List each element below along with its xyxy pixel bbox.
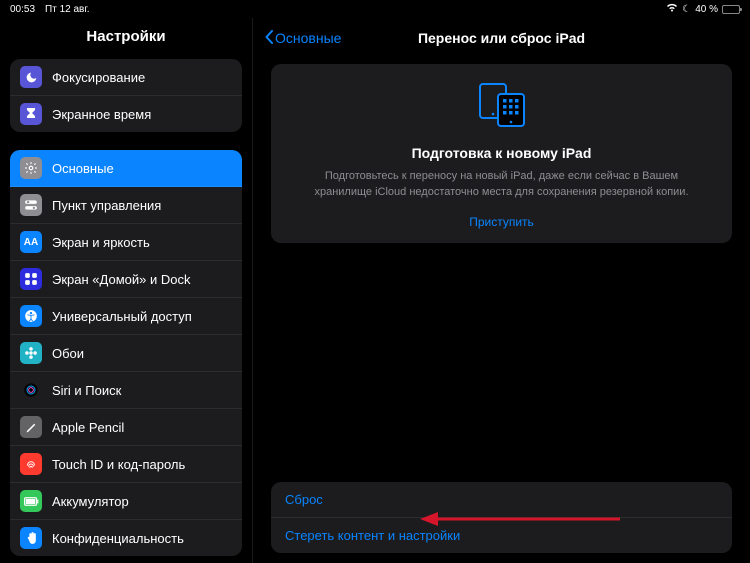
back-label: Основные [275, 30, 341, 46]
bottom-group: Сброс Стереть контент и настройки [271, 482, 732, 553]
sidebar-item[interactable]: Конфиденциальность [10, 520, 242, 556]
chevron-left-icon [265, 30, 273, 47]
sidebar-item[interactable]: Фокусирование [10, 59, 242, 96]
sidebar-item[interactable]: Экран «Домой» и Dock [10, 261, 242, 298]
sidebar-group: Фокусирование Экранное время [10, 59, 242, 132]
sidebar-item-label: Siri и Поиск [52, 383, 121, 398]
pencil-icon [20, 416, 42, 438]
sidebar-item[interactable]: Экранное время [10, 96, 242, 132]
aa-icon: AA [20, 231, 42, 253]
hand-icon [20, 527, 42, 549]
sidebar-item[interactable]: Универсальный доступ [10, 298, 242, 335]
sidebar-item-label: Основные [52, 161, 114, 176]
sidebar-item-label: Фокусирование [52, 70, 145, 85]
reset-row[interactable]: Сброс [271, 482, 732, 518]
flower-icon [20, 342, 42, 364]
card-action-link[interactable]: Приступить [469, 215, 534, 229]
sidebar-item[interactable]: Apple Pencil [10, 409, 242, 446]
sidebar-item[interactable]: Обои [10, 335, 242, 372]
battery-icon [722, 5, 740, 14]
sidebar-item[interactable]: Touch ID и код-пароль [10, 446, 242, 483]
switches-icon [20, 194, 42, 216]
sidebar-item-label: Экран «Домой» и Dock [52, 272, 190, 287]
battery-pct: 40 % [695, 4, 718, 15]
gear-icon [20, 157, 42, 179]
detail-nav: Основные Перенос или сброс iPad [253, 18, 750, 58]
grid-icon [20, 268, 42, 290]
sidebar-group: Основные Пункт управления AA Экран и яркост… [10, 150, 242, 556]
siri-icon [20, 379, 42, 401]
wifi-icon [666, 3, 678, 15]
sidebar-item[interactable]: AA Экран и яркость [10, 224, 242, 261]
sidebar-item-label: Пункт управления [52, 198, 161, 213]
sidebar-item-label: Аккумулятор [52, 494, 129, 509]
status-date: Пт 12 авг. [45, 4, 90, 15]
devices-icon [474, 82, 530, 133]
prepare-card: Подготовка к новому iPad Подготовьтесь к… [271, 64, 732, 243]
status-bar: 00:53 Пт 12 авг. ☾ 40 % [0, 0, 750, 18]
hourglass-icon [20, 103, 42, 125]
card-description: Подготовьтесь к переносу на новый iPad, … [295, 169, 708, 201]
dnd-moon-icon: ☾ [682, 4, 691, 15]
status-time: 00:53 [10, 4, 35, 15]
sidebar-item[interactable]: Основные [10, 150, 242, 187]
sidebar-item[interactable]: Аккумулятор [10, 483, 242, 520]
detail-pane: Основные Перенос или сброс iPad [252, 18, 750, 563]
sidebar-item-label: Обои [52, 346, 84, 361]
sidebar-item-label: Apple Pencil [52, 420, 124, 435]
accessibility-icon [20, 305, 42, 327]
sidebar-item-label: Конфиденциальность [52, 531, 184, 546]
card-title: Подготовка к новому iPad [412, 145, 592, 161]
sidebar-item-label: Touch ID и код-пароль [52, 457, 185, 472]
battery-icon [20, 490, 42, 512]
sidebar-item-label: Экран и яркость [52, 235, 150, 250]
back-button[interactable]: Основные [265, 30, 341, 47]
touchid-icon [20, 453, 42, 475]
sidebar-item[interactable]: Siri и Поиск [10, 372, 242, 409]
moon-icon [20, 66, 42, 88]
erase-row[interactable]: Стереть контент и настройки [271, 518, 732, 553]
sidebar-item-label: Экранное время [52, 107, 151, 122]
sidebar-item[interactable]: Пункт управления [10, 187, 242, 224]
sidebar-item-label: Универсальный доступ [52, 309, 192, 324]
sidebar: Настройки Фокусирование Экранное время Осн… [0, 18, 252, 563]
sidebar-title: Настройки [0, 18, 252, 59]
